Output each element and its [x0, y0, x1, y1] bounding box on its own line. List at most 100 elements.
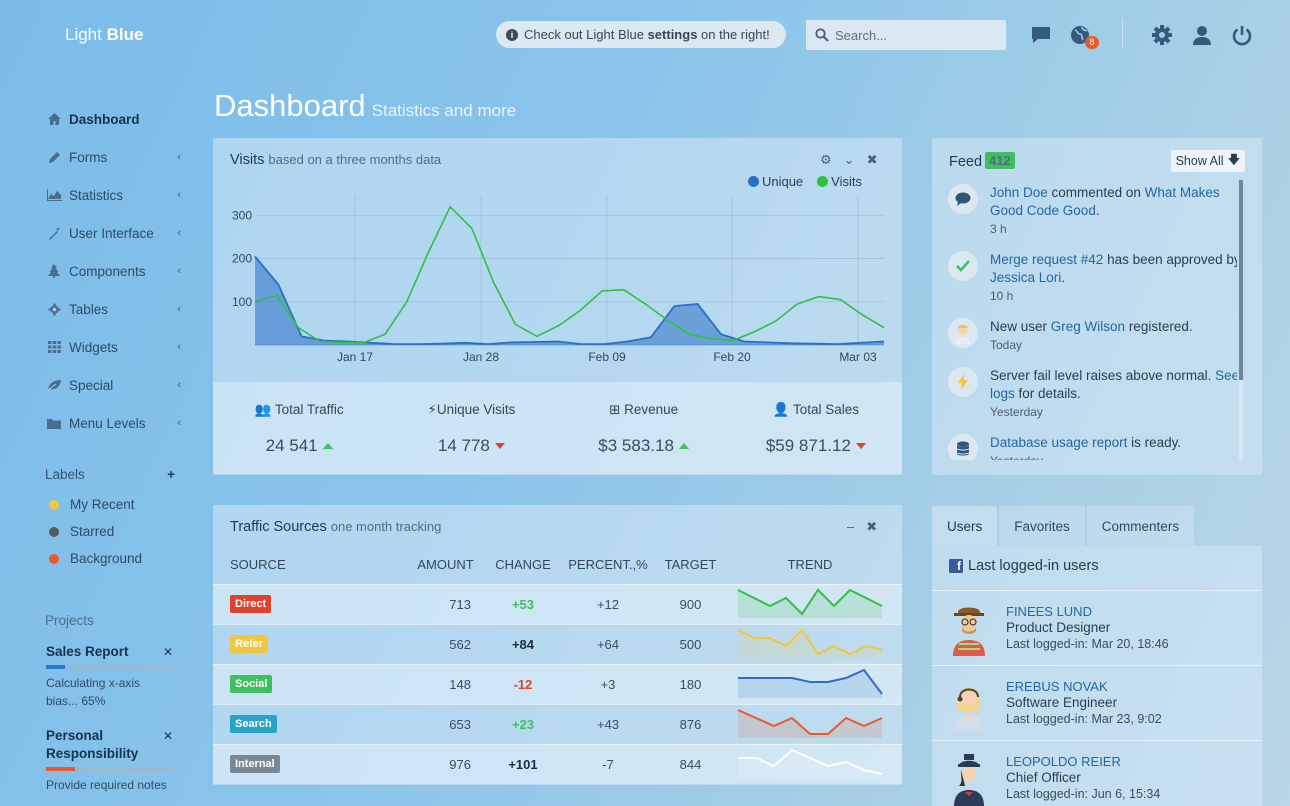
pencil-icon	[46, 149, 62, 165]
feed-link[interactable]: Jessica Lori	[990, 270, 1061, 285]
percent-cell: +12	[553, 583, 663, 624]
feed-link[interactable]: John Doe	[990, 185, 1048, 200]
source-cell: Search	[213, 703, 398, 744]
sidebar-item-dashboard[interactable]: Dashboard	[46, 100, 181, 138]
scrollbar-thumb[interactable]	[1239, 180, 1243, 380]
user-item[interactable]: Leopoldo Reier Chief Officer Last logged-i…	[932, 740, 1262, 806]
check-icon	[948, 251, 978, 281]
change-cell: +84	[493, 623, 553, 664]
database-icon	[948, 434, 978, 460]
feed-link[interactable]: Greg Wilson	[1051, 319, 1125, 334]
feed-link[interactable]: Database usage report	[990, 435, 1127, 450]
gear-icon[interactable]	[1150, 23, 1174, 47]
sidebar-item-label: Special	[69, 377, 114, 393]
close-icon[interactable]: ✕	[163, 643, 173, 661]
project-progress	[46, 767, 173, 771]
trend-cell	[718, 663, 902, 704]
minimize-icon[interactable]: –	[847, 519, 854, 535]
avatar	[954, 753, 984, 806]
tab-favorites[interactable]: Favorites	[999, 506, 1085, 546]
chevron-left-icon: ‹	[177, 151, 181, 163]
chat-icon[interactable]	[1029, 23, 1053, 47]
chevron-left-icon: ‹	[177, 265, 181, 277]
user-item[interactable]: Finees Lund Product Designer Last logged-i…	[932, 590, 1262, 664]
series-line-visits	[254, 205, 885, 344]
sidebar-item-menu-levels[interactable]: Menu Levels ‹	[46, 404, 181, 442]
user-name[interactable]: Finees Lund	[1006, 604, 1169, 620]
traffic-table: Source Amount Change Percent.,% Target T…	[213, 546, 902, 784]
avatar	[953, 607, 985, 656]
user-role: Chief Officer	[1006, 769, 1081, 785]
user-name[interactable]: Erebus Novak	[1006, 679, 1162, 695]
label-dot-icon	[49, 553, 59, 564]
power-icon[interactable]	[1230, 23, 1254, 47]
facebook-icon: f	[949, 559, 963, 573]
logo-blue-text: Blue	[106, 25, 144, 44]
tab-users[interactable]: Users	[932, 506, 998, 546]
label-text: My Recent	[70, 497, 135, 512]
source-cell: Refer	[213, 623, 398, 664]
source-tag[interactable]: Refer	[230, 635, 269, 653]
sidebar-item-tables[interactable]: Tables ‹	[46, 290, 181, 328]
sidebar-item-label: Statistics	[69, 187, 124, 203]
search-input[interactable]	[835, 27, 995, 43]
target-cell: 900	[663, 583, 718, 624]
source-cell: Direct	[213, 583, 398, 624]
label-item[interactable]: Starred	[49, 524, 114, 539]
source-tag[interactable]: Direct	[230, 595, 272, 613]
source-tag[interactable]: Internal	[230, 755, 280, 774]
user-name[interactable]: Leopoldo Reier	[1006, 754, 1160, 770]
feed-item: Database usage report is ready.Yesterday	[948, 434, 1237, 460]
sparkline-area	[738, 629, 882, 658]
x-tick-label: Mar 03	[839, 350, 877, 364]
feed-time: 10 h	[990, 289, 1014, 303]
feed-time: Yesterday	[990, 405, 1043, 419]
x-tick-label: Jan 17	[337, 350, 373, 364]
add-label-icon[interactable]: +	[167, 467, 175, 482]
sidebar-item-statistics[interactable]: Statistics ‹	[46, 176, 181, 214]
user-last-login: Last logged-in: Jun 6, 15:34	[1006, 786, 1161, 801]
sidebar-nav: Dashboard Forms ‹ Statistics ‹ User Inte…	[46, 100, 181, 442]
source-tag[interactable]: Search	[230, 715, 277, 733]
chevron-left-icon: ‹	[177, 379, 181, 391]
user-icon[interactable]	[1190, 23, 1214, 47]
stat-value: 14 778	[437, 436, 490, 455]
users-icon: 👥	[254, 402, 272, 417]
target-cell: 844	[663, 743, 718, 784]
search-box[interactable]	[806, 20, 1006, 50]
table-row: Search 653 +23 +43 876	[213, 703, 902, 744]
source-tag[interactable]: Social	[230, 675, 273, 693]
user-item[interactable]: Erebus Novak Software Engineer Last logged…	[932, 665, 1262, 739]
page-subtitle: Statistics and more	[371, 101, 517, 120]
show-all-button[interactable]: Show All 🡇	[1171, 150, 1245, 172]
plus-square-icon: ⊞	[609, 402, 621, 417]
sidebar-item-components[interactable]: Components ‹	[46, 252, 181, 290]
project-item[interactable]: Personal Responsibility ✕ Provide require…	[46, 727, 173, 794]
label-item[interactable]: Background	[49, 551, 142, 566]
info-icon: i	[506, 28, 518, 41]
table-row: Internal 976 +101 -7 844	[213, 743, 902, 784]
user-role: Product Designer	[1006, 619, 1111, 635]
tree-icon	[46, 263, 62, 279]
column-header: Target	[664, 557, 717, 573]
sidebar-item-forms[interactable]: Forms ‹	[46, 138, 181, 176]
feed-link[interactable]: Merge request #42	[990, 252, 1103, 267]
percent-cell: -7	[553, 743, 663, 784]
close-icon[interactable]: ✕	[163, 727, 173, 763]
close-icon[interactable]: ✖	[866, 519, 877, 535]
label-dot-icon	[49, 526, 59, 537]
app-logo[interactable]: Light Blue	[65, 25, 143, 45]
folder-icon	[46, 415, 62, 431]
tab-commenters[interactable]: Commenters	[1086, 506, 1195, 546]
trend-sparkline	[737, 708, 883, 738]
project-item[interactable]: Sales Report ✕ Calculating x-axis bias...…	[46, 643, 173, 710]
feed-item: Merge request #42 has been approved by J…	[948, 251, 1237, 305]
sidebar-item-special[interactable]: Special ‹	[46, 366, 181, 404]
settings-notice[interactable]: i Check out Light Blue settings on the r…	[496, 21, 786, 48]
label-item[interactable]: My Recent	[49, 497, 135, 512]
sidebar-item-widgets[interactable]: Widgets ‹	[46, 328, 181, 366]
trend-cell	[718, 623, 902, 664]
notice-text: Check out Light Blue settings on the rig…	[524, 27, 770, 42]
user-last-login: Last logged-in: Mar 20, 18:46	[1006, 636, 1169, 651]
sidebar-item-user-interface[interactable]: User Interface ‹	[46, 214, 181, 252]
